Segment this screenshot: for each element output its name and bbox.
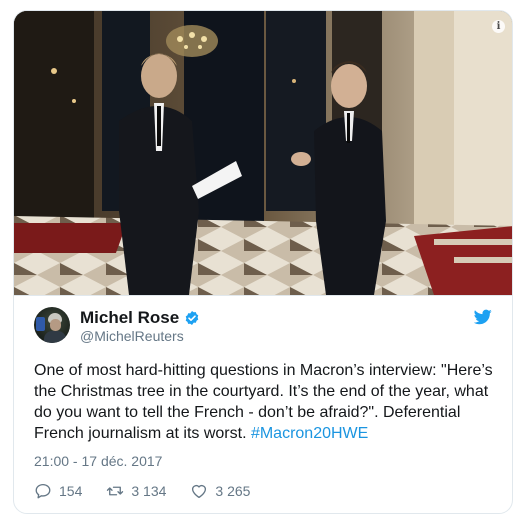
twitter-bird-icon[interactable] <box>474 309 492 325</box>
hashtag-link[interactable]: #Macron20HWE <box>251 425 368 442</box>
author-name-row[interactable]: Michel Rose <box>80 308 200 328</box>
like-count: 3 265 <box>215 483 251 499</box>
tweet-text: One of most hard-hitting questions in Ma… <box>34 360 496 444</box>
reply-icon <box>35 483 51 499</box>
tweet-photo[interactable]: i <box>14 11 512 295</box>
reply-count: 154 <box>59 483 83 499</box>
tweet-timestamp[interactable]: 21:00 - 17 déc. 2017 <box>34 453 162 469</box>
divider <box>14 295 512 296</box>
heart-icon <box>192 484 207 499</box>
retweet-button[interactable]: 3 134 <box>106 482 166 500</box>
retweet-count: 3 134 <box>131 483 167 499</box>
retweet-icon <box>107 486 124 496</box>
embedded-tweet-card[interactable]: i Michel Rose @MichelReuters One of most… <box>13 10 513 514</box>
reply-button[interactable]: 154 <box>34 482 82 500</box>
author-handle[interactable]: @MichelReuters <box>80 328 184 344</box>
verified-badge-icon <box>185 311 199 325</box>
avatar[interactable] <box>34 307 70 343</box>
interview-photo-illustration <box>14 11 512 295</box>
info-icon[interactable]: i <box>492 20 505 33</box>
like-button[interactable]: 3 265 <box>190 482 250 500</box>
author-name[interactable]: Michel Rose <box>80 308 179 328</box>
tweet-actions: 154 3 134 3 265 <box>34 481 274 501</box>
tweet-author[interactable]: Michel Rose @MichelReuters <box>34 307 494 345</box>
